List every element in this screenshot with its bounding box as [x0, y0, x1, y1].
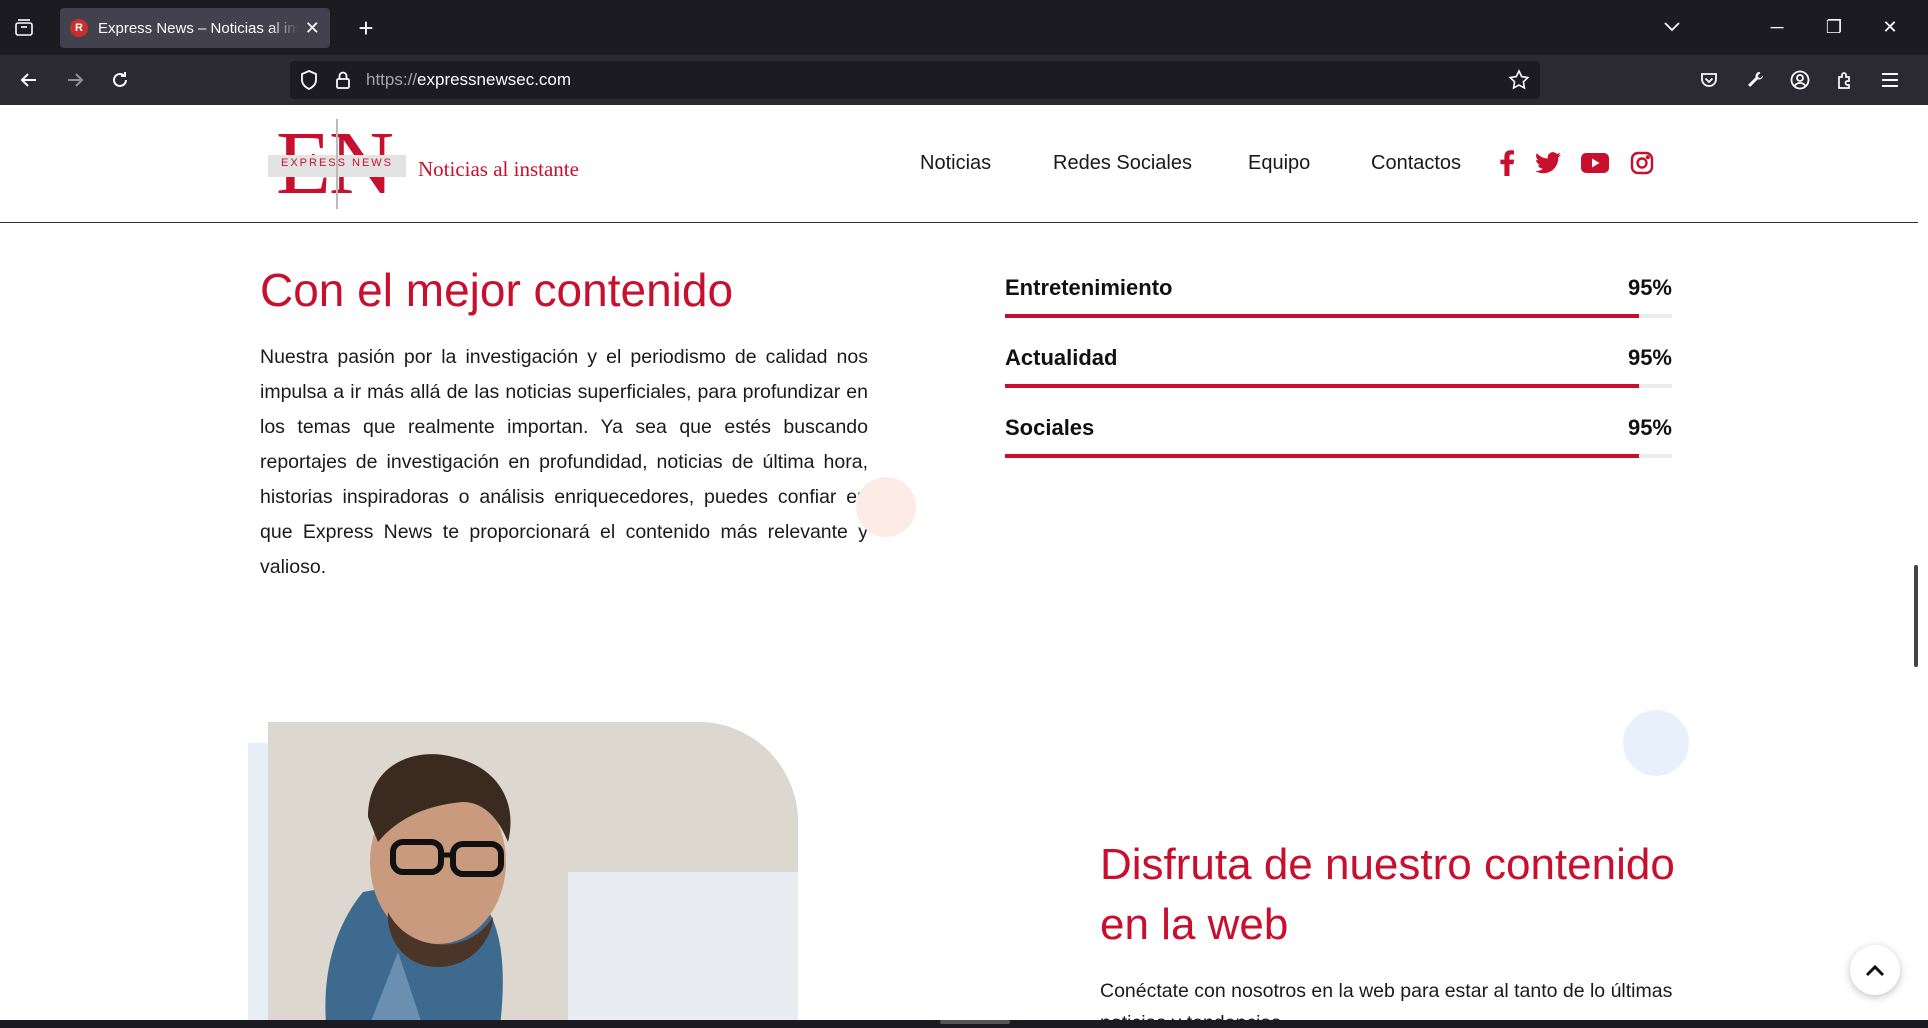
page-scrollbar-track[interactable] — [1918, 105, 1928, 1020]
menu-item-redes-sociales[interactable]: Redes Sociales — [1053, 152, 1192, 175]
bottom-strip — [0, 1020, 1928, 1028]
skill-bar-sociales: Sociales 95% — [1005, 415, 1672, 458]
wrench-icon[interactable] — [1740, 65, 1770, 95]
skill-track — [1005, 314, 1672, 318]
reload-icon[interactable] — [105, 65, 135, 95]
pocket-icon[interactable] — [1694, 65, 1724, 95]
list-all-tabs-icon[interactable] — [1652, 12, 1692, 42]
url-text[interactable]: https://expressnewsec.com — [366, 70, 571, 90]
logo-tagline: Noticias al instante — [418, 157, 579, 181]
bottom-strip-mark — [940, 1020, 1010, 1024]
decorative-circle — [1623, 710, 1689, 776]
navigation-bar: https://expressnewsec.com — [0, 55, 1928, 105]
bookmark-star-icon[interactable] — [1508, 69, 1530, 91]
tab-title: Express News – Noticias al instante — [98, 19, 299, 37]
youtube-icon[interactable] — [1581, 149, 1609, 177]
site-logo[interactable]: EN EXPRESS NEWS Noticias al instante — [268, 119, 588, 209]
url-bar[interactable]: https://expressnewsec.com — [290, 61, 1540, 99]
close-window-button[interactable]: ✕ — [1870, 12, 1910, 42]
page-viewport: EN EXPRESS NEWS Noticias al instante Not… — [0, 105, 1918, 1020]
skill-percent: 95% — [1627, 345, 1672, 370]
menu-item-equipo[interactable]: Equipo — [1248, 152, 1310, 175]
minimize-button[interactable]: ─ — [1757, 12, 1797, 42]
section-title-mejor-contenido: Con el mejor contenido — [260, 264, 734, 316]
site-favicon-icon: R — [70, 19, 88, 37]
skill-track — [1005, 454, 1672, 458]
site-header: EN EXPRESS NEWS Noticias al instante Not… — [0, 105, 1918, 223]
decorative-circle — [856, 477, 916, 537]
tab-list-icon[interactable] — [10, 14, 38, 42]
back-icon[interactable] — [14, 65, 44, 95]
logo-divider — [336, 119, 338, 209]
new-tab-button[interactable]: + — [350, 12, 382, 44]
skill-label: Sociales — [1005, 415, 1095, 440]
hamburger-menu-icon[interactable] — [1875, 65, 1905, 95]
account-icon[interactable] — [1785, 65, 1815, 95]
tab-close-icon[interactable]: ✕ — [305, 18, 320, 39]
skill-label: Entretenimiento — [1005, 275, 1173, 300]
active-tab[interactable]: R Express News – Noticias al instante ✕ — [60, 8, 330, 48]
section-title-disfruta: Disfruta de nuestro contenido en la web — [1100, 840, 1675, 949]
skill-fill — [1005, 384, 1639, 388]
skill-bar-actualidad: Actualidad 95% — [1005, 345, 1672, 388]
section-paragraph: Nuestra pasión por la investigación y el… — [260, 346, 868, 578]
tracking-shield-icon[interactable] — [298, 69, 320, 91]
man-with-glasses-photo — [268, 722, 798, 1020]
skill-fill — [1005, 314, 1639, 318]
skill-label: Actualidad — [1005, 345, 1118, 370]
menu-item-contactos[interactable]: Contactos — [1371, 152, 1461, 175]
extensions-icon[interactable] — [1830, 65, 1860, 95]
menu-item-noticias[interactable]: Noticias — [920, 152, 991, 175]
forward-icon[interactable] — [60, 65, 90, 95]
instagram-icon[interactable] — [1628, 149, 1656, 177]
skill-bar-entretenimiento: Entretenimiento 95% — [1005, 275, 1672, 318]
lock-icon[interactable] — [332, 69, 354, 91]
page-scrollbar-thumb[interactable] — [1914, 565, 1918, 667]
section2-paragraph: Conéctate con nosotros en la web para es… — [1100, 980, 1673, 1020]
skill-fill — [1005, 454, 1639, 458]
tab-bar: R Express News – Noticias al instante ✕ … — [0, 0, 1928, 55]
scroll-to-top-button[interactable] — [1850, 945, 1900, 995]
skill-track — [1005, 384, 1672, 388]
skill-percent: 95% — [1627, 275, 1672, 300]
restore-button[interactable]: ❐ — [1814, 12, 1854, 42]
facebook-icon[interactable] — [1493, 149, 1521, 177]
skill-percent: 95% — [1627, 415, 1672, 440]
browser-window: R Express News – Noticias al instante ✕ … — [0, 0, 1928, 1028]
twitter-icon[interactable] — [1534, 149, 1562, 177]
